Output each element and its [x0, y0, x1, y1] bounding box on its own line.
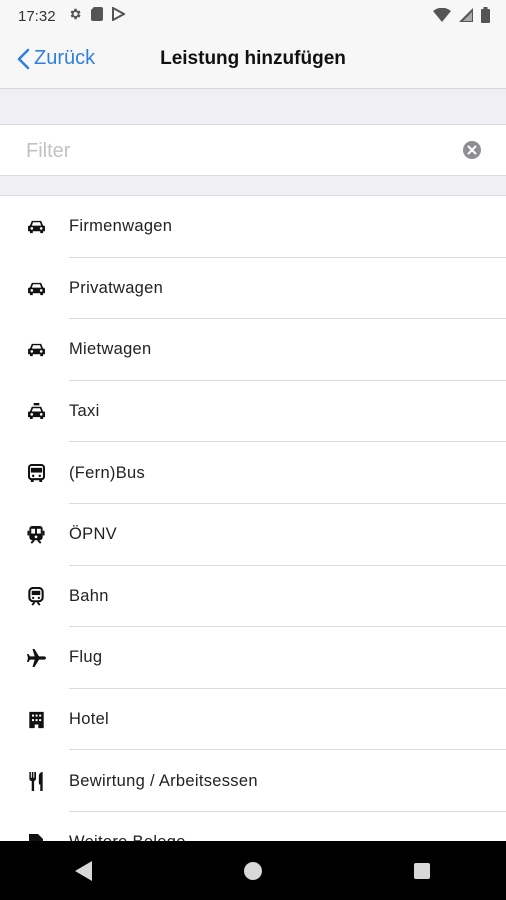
train-icon: [26, 586, 46, 606]
battery-icon: [481, 7, 490, 28]
list-item-label: (Fern)Bus: [69, 463, 146, 482]
wifi-icon: [433, 7, 451, 27]
tram-icon: [26, 525, 46, 545]
filter-bar: [0, 124, 506, 176]
list-item-label: Flug: [69, 648, 103, 667]
bus-icon: [26, 463, 46, 483]
list-item[interactable]: Taxi: [0, 381, 506, 443]
system-recents-button[interactable]: [392, 851, 452, 891]
list-item-label: ÖPNV: [69, 525, 117, 544]
clear-icon: [463, 141, 481, 159]
list-item[interactable]: ÖPNV: [0, 504, 506, 566]
list-item-label: Bahn: [69, 586, 109, 605]
list-item-label: Firmenwagen: [69, 217, 173, 236]
car-icon: [26, 278, 46, 298]
system-navigation-bar: [0, 841, 506, 900]
hotel-icon: [26, 710, 46, 730]
clear-filter-button[interactable]: [462, 140, 482, 165]
airplane-icon: [26, 648, 46, 668]
list-item[interactable]: Privatwagen: [0, 258, 506, 320]
list-item[interactable]: Mietwagen: [0, 319, 506, 381]
list-item-label: Hotel: [69, 710, 110, 729]
signal-icon: [459, 8, 473, 27]
circle-home-icon: [243, 861, 262, 880]
list-item[interactable]: Flug: [0, 627, 506, 689]
car-icon: [26, 340, 46, 360]
list-item[interactable]: Bewirtung / Arbeitsessen: [0, 750, 506, 812]
list-item[interactable]: Weitere Belege: [0, 812, 506, 842]
list-item[interactable]: Bahn: [0, 566, 506, 628]
status-bar: 17:32: [0, 0, 506, 32]
list-item-label: Bewirtung / Arbeitsessen: [69, 771, 258, 790]
taxi-icon: [26, 402, 46, 422]
list-item-label: Privatwagen: [69, 278, 164, 297]
settings-icon: [68, 7, 82, 26]
sim-card-icon: [90, 6, 103, 26]
restaurant-icon: [26, 771, 46, 791]
list-item-label: Taxi: [69, 402, 100, 421]
service-list: Firmenwagen Privatwagen Mietwagen Taxi (…: [0, 195, 506, 842]
navigation-bar: Zurück Leistung hinzufügen: [0, 32, 506, 89]
list-item-label: Mietwagen: [69, 340, 152, 359]
system-home-button[interactable]: [223, 851, 283, 891]
square-recents-icon: [413, 862, 430, 879]
system-back-button[interactable]: [54, 851, 114, 891]
list-item[interactable]: (Fern)Bus: [0, 442, 506, 504]
list-item[interactable]: Firmenwagen: [0, 196, 506, 258]
list-item[interactable]: Hotel: [0, 689, 506, 751]
page-title: Leistung hinzufügen: [160, 48, 346, 69]
status-time: 17:32: [18, 7, 56, 25]
play-store-icon: [111, 5, 126, 26]
car-icon: [26, 217, 46, 237]
filter-input[interactable]: [24, 135, 448, 167]
triangle-back-icon: [75, 860, 93, 881]
